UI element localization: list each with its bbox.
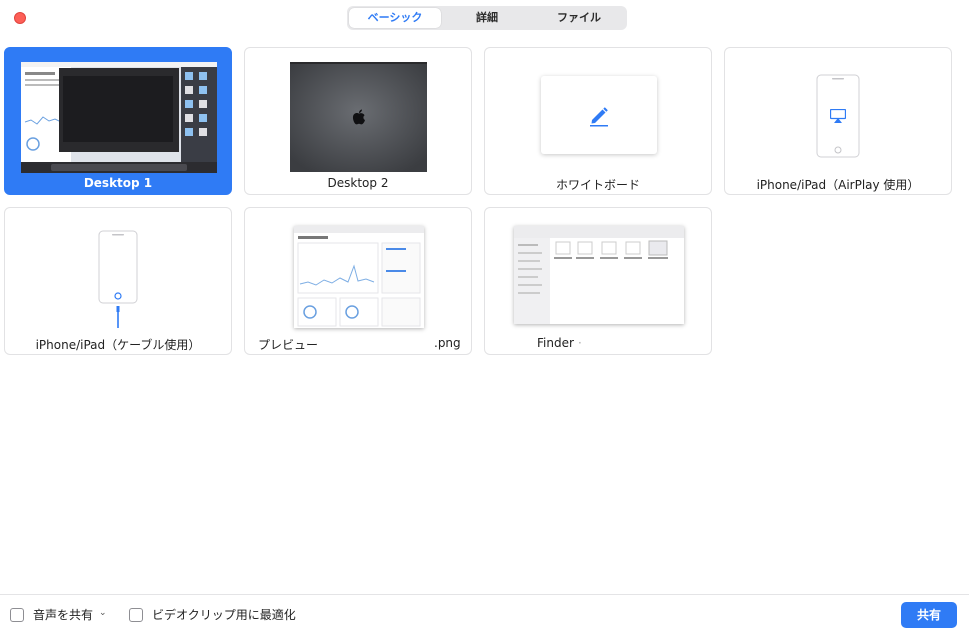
airplay-icon <box>829 108 847 128</box>
tab-advanced[interactable]: 詳細 <box>441 8 533 28</box>
iphone-cable-label: iPhone/iPad（ケーブル使用） <box>35 338 201 352</box>
share-option-whiteboard[interactable]: ホワイトボード <box>484 47 712 195</box>
share-audio-label: 音声を共有 <box>33 608 94 622</box>
share-type-tabs: ベーシック 詳細 ファイル <box>347 6 627 30</box>
bottom-bar <box>0 594 969 632</box>
share-audio-checkbox[interactable] <box>10 608 24 622</box>
tab-files[interactable]: ファイル <box>533 8 625 28</box>
share-option-preview-window[interactable]: プレビュー .png <box>244 207 472 355</box>
optimize-video-label: ビデオクリップ用に最適化 <box>152 608 296 622</box>
share-option-iphone-cable[interactable]: iPhone/iPad（ケーブル使用） <box>4 207 232 355</box>
preview-app-name: プレビュー <box>258 338 319 352</box>
pencil-icon <box>587 103 611 131</box>
preview-file-extension: .png <box>434 336 461 350</box>
preview-window-thumbnail <box>294 226 424 328</box>
share-option-desktop-2[interactable]: Desktop 2 <box>244 47 472 195</box>
iphone-airplay-label: iPhone/iPad（AirPlay 使用） <box>756 178 920 192</box>
desktop-1-label: Desktop 1 <box>83 176 153 190</box>
share-button[interactable]: 共有 <box>901 602 957 628</box>
share-option-iphone-airplay[interactable]: iPhone/iPad（AirPlay 使用） <box>724 47 952 195</box>
whiteboard-label: ホワイトボード <box>555 178 640 192</box>
apple-logo-icon <box>352 109 366 129</box>
share-option-desktop-1[interactable]: Desktop 1 <box>4 47 232 195</box>
finder-window-thumbnail <box>514 226 684 324</box>
tab-basic[interactable]: ベーシック <box>349 8 441 28</box>
finder-window-suffix: · <box>578 336 582 350</box>
iphone-cable-icon <box>96 230 140 338</box>
share-option-finder-window[interactable]: Finder · <box>484 207 712 355</box>
window-close-button[interactable] <box>14 12 26 24</box>
share-audio-dropdown-chevron-icon[interactable]: ⌄ <box>99 606 107 620</box>
desktop-2-label: Desktop 2 <box>327 176 389 190</box>
finder-app-name: Finder <box>537 336 574 350</box>
desktop-1-thumbnail <box>21 62 217 173</box>
optimize-video-checkbox[interactable] <box>129 608 143 622</box>
